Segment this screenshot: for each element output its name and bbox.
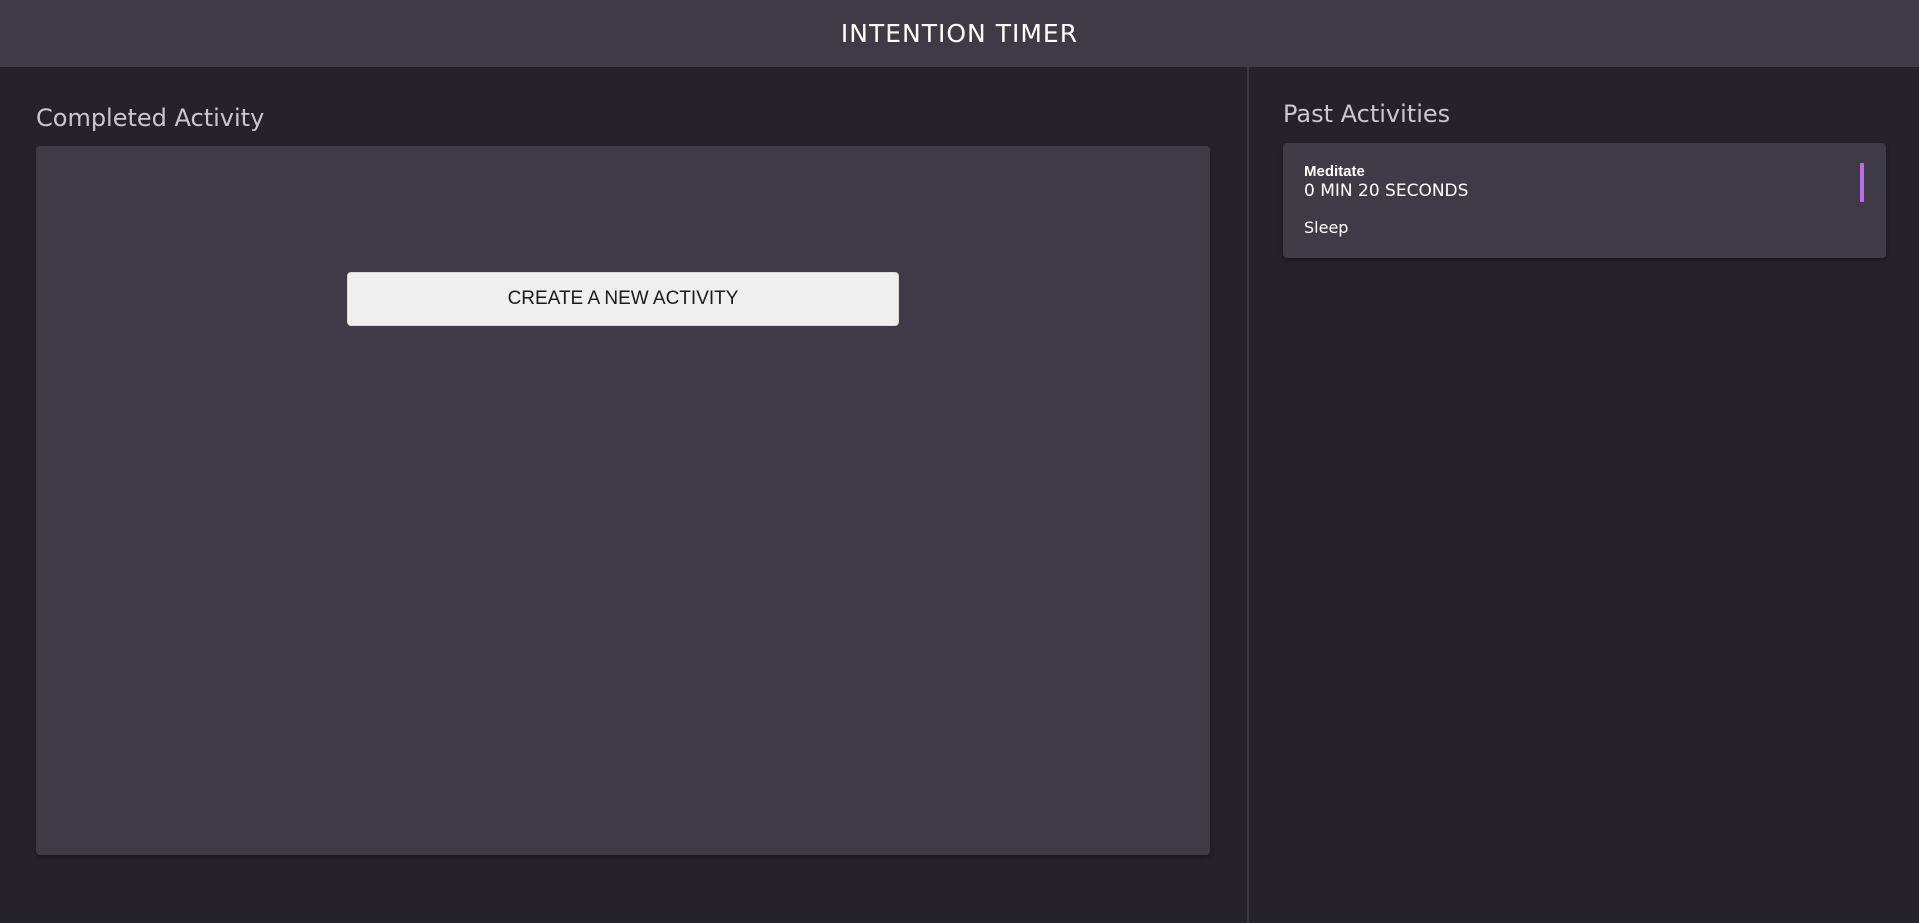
app-title: INTENTION TIMER — [840, 19, 1079, 48]
create-new-activity-button[interactable]: CREATE A NEW ACTIVITY — [347, 272, 899, 326]
completed-activity-section: Completed Activity CREATE A NEW ACTIVITY — [0, 67, 1247, 923]
past-activities-heading: Past Activities — [1283, 100, 1451, 128]
activity-duration: 0 MIN 20 SECONDS — [1304, 181, 1469, 201]
app-root: INTENTION TIMER Completed Activity CREAT… — [0, 0, 1919, 923]
past-activity-card[interactable]: Meditate 0 MIN 20 SECONDS Sleep — [1283, 143, 1886, 258]
completed-activity-panel: CREATE A NEW ACTIVITY — [36, 146, 1210, 855]
activity-category-color-bar — [1860, 163, 1864, 202]
past-activities-section: Past Activities Meditate 0 MIN 20 SECOND… — [1249, 67, 1919, 923]
top-bar: INTENTION TIMER — [0, 0, 1919, 67]
completed-activity-heading: Completed Activity — [36, 104, 265, 132]
activity-name: Meditate — [1304, 163, 1365, 180]
activity-category: Sleep — [1304, 218, 1349, 237]
